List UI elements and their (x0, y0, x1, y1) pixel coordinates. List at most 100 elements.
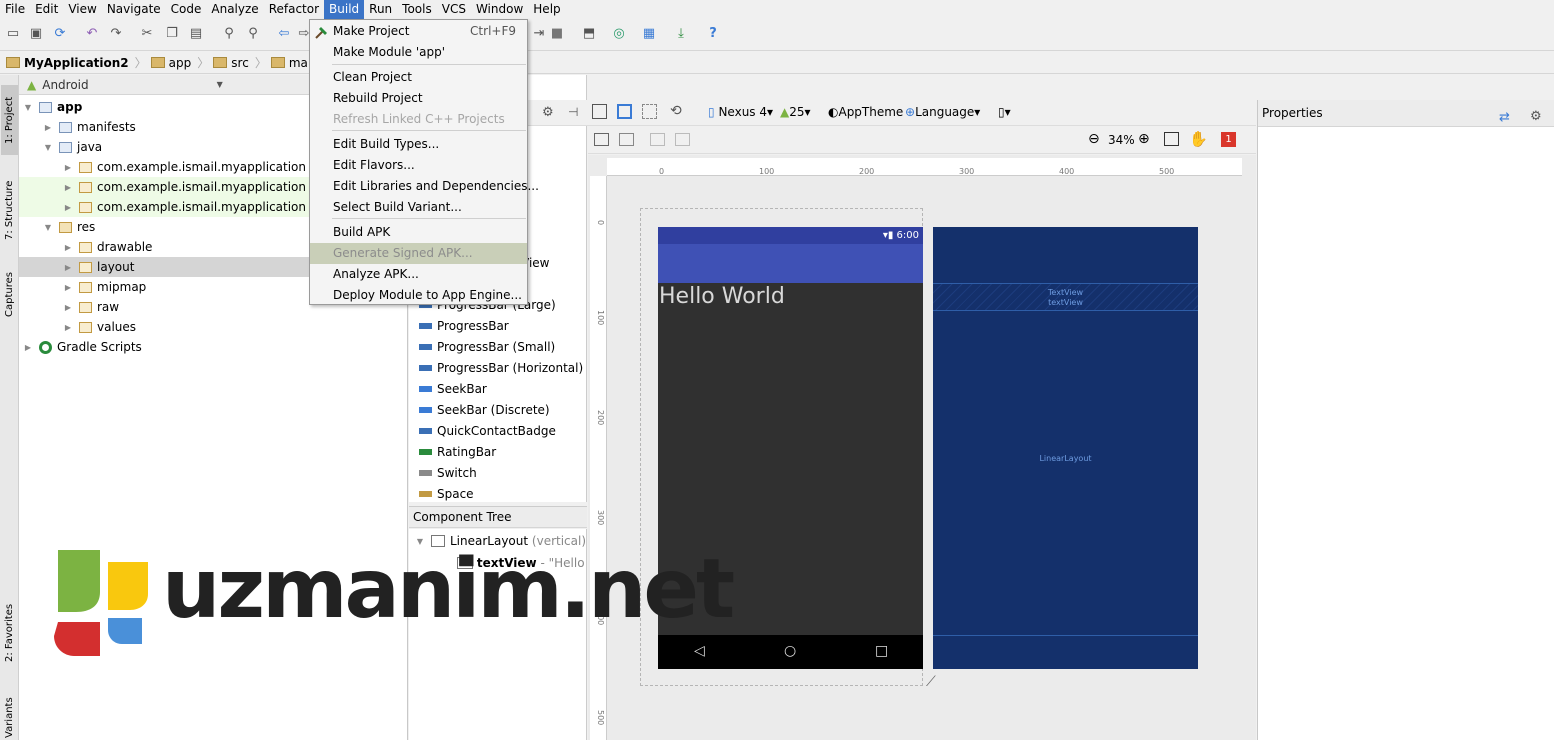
build-menu-select-build-variant[interactable]: Select Build Variant... (310, 197, 527, 218)
paste-icon[interactable]: ▤ (187, 25, 205, 43)
chevron-right-icon[interactable]: ▶ (63, 323, 73, 332)
menu-vcs[interactable]: VCS (437, 0, 471, 19)
resize-handle-icon[interactable]: ⟋ (926, 674, 936, 690)
chevron-right-icon[interactable]: ▶ (63, 283, 73, 292)
orientation-icon[interactable]: ⟲ (670, 103, 682, 119)
tab-project[interactable]: 1: Project (1, 85, 18, 155)
build-menu-edit-flavors[interactable]: Edit Flavors... (310, 155, 527, 176)
chevron-right-icon[interactable]: ▶ (63, 163, 73, 172)
chevron-right-icon[interactable]: ▶ (23, 343, 33, 352)
palette-item-seekbar[interactable]: SeekBar (419, 379, 487, 400)
theme-selector[interactable]: ◐AppTheme (828, 105, 903, 119)
open-folder-icon[interactable]: ▭ (4, 25, 22, 43)
layout-variants-selector[interactable]: ▯▾ (998, 105, 1011, 119)
blueprint-textview[interactable]: TextView textView (933, 283, 1198, 311)
chevron-right-icon[interactable]: ▶ (63, 303, 73, 312)
chevron-right-icon[interactable]: ▶ (63, 263, 73, 272)
build-menu-clean-project[interactable]: Clean Project (310, 67, 527, 88)
menu-view[interactable]: View (63, 0, 101, 19)
build-menu-deploy-module-to-app-engine[interactable]: Deploy Module to App Engine... (310, 285, 527, 306)
palette-item-progressbar[interactable]: ProgressBar (419, 316, 509, 337)
save-icon[interactable]: ▣ (27, 25, 45, 43)
build-menu-edit-libraries-and-dependencies[interactable]: Edit Libraries and Dependencies... (310, 176, 539, 197)
palette-item-switch[interactable]: Switch (419, 463, 477, 484)
copy-icon[interactable]: ❐ (163, 25, 181, 43)
breadcrumb-item[interactable]: src 〉 (213, 54, 267, 71)
back-icon[interactable]: ⇦ (275, 25, 293, 43)
tab-build-variants[interactable]: Variants (1, 695, 18, 740)
find-icon[interactable]: ⚲ (220, 25, 238, 43)
menu-window[interactable]: Window (471, 0, 528, 19)
language-selector[interactable]: ⊕Language▾ (905, 105, 980, 119)
replace-icon[interactable]: ⚲ (244, 25, 262, 43)
build-menu-generate-signed-apk[interactable]: Generate Signed APK... (310, 243, 527, 264)
zoom-fit-icon[interactable] (1164, 132, 1179, 146)
chevron-right-icon[interactable]: ▶ (63, 243, 73, 252)
palette-item-progressbar-small[interactable]: ProgressBar (Small) (419, 337, 555, 358)
build-menu-make-module-app[interactable]: Make Module 'app' (310, 42, 527, 63)
build-menu-refresh-linked-c-projects[interactable]: Refresh Linked C++ Projects (310, 109, 527, 130)
sdk-manager-icon[interactable]: ⬒ (580, 25, 598, 43)
menu-build[interactable]: Build (324, 0, 365, 19)
tree-item-gradle-scripts[interactable]: ▶ Gradle Scripts (19, 337, 408, 357)
menu-code[interactable]: Code (166, 0, 207, 19)
breadcrumb-item[interactable]: MyApplication2 〉 (6, 54, 147, 71)
design-mode-icon[interactable] (592, 104, 607, 119)
avd-manager-icon[interactable]: ⤓ (672, 25, 690, 43)
undo-icon[interactable]: ↶ (83, 25, 101, 43)
palette-item-progressbar-horizontal[interactable]: ProgressBar (Horizontal) (419, 358, 583, 379)
stop-icon[interactable]: ■ (548, 25, 566, 43)
chevron-down-icon[interactable]: ▼ (43, 223, 53, 232)
tree-item-values[interactable]: ▶ values (19, 317, 408, 337)
tab-structure[interactable]: 7: Structure (1, 175, 18, 245)
blueprint-preview[interactable]: TextView textView LinearLayout (933, 227, 1198, 669)
hello-textview[interactable]: Hello World (659, 284, 785, 309)
palette-item-space[interactable]: Space (419, 484, 474, 505)
tab-captures[interactable]: Captures (1, 265, 18, 325)
redo-icon[interactable]: ↷ (107, 25, 125, 43)
menu-run[interactable]: Run (364, 0, 397, 19)
breadcrumb-item[interactable]: app 〉 (150, 54, 209, 71)
build-menu-analyze-apk[interactable]: Analyze APK... (310, 264, 527, 285)
device-selector[interactable]: ▯ Nexus 4▾ (708, 105, 773, 119)
gear-icon[interactable]: ⚙ (1530, 104, 1542, 130)
help-icon[interactable]: ? (704, 25, 722, 43)
build-menu-edit-build-types[interactable]: Edit Build Types... (310, 134, 527, 155)
menu-refactor[interactable]: Refactor (264, 0, 324, 19)
pan-hand-icon[interactable]: ✋ (1189, 130, 1208, 148)
zoom-out-icon[interactable]: ⊖ (1088, 131, 1100, 147)
api-selector[interactable]: ▲25▾ (780, 105, 811, 119)
chevron-down-icon[interactable]: ▼ (43, 143, 53, 152)
cut-icon[interactable]: ✂ (138, 25, 156, 43)
palette-item-ratingbar[interactable]: RatingBar (419, 442, 496, 463)
chevron-right-icon[interactable]: ▶ (63, 183, 73, 192)
align-icon[interactable]: ⊣ (568, 105, 578, 119)
sync-gradle-icon[interactable]: ◎ (610, 25, 628, 43)
error-badge[interactable]: 1 (1221, 132, 1236, 147)
palette-item-quickcontactbadge[interactable]: QuickContactBadge (419, 421, 556, 442)
chevron-right-icon[interactable]: ▶ (43, 123, 53, 132)
zoom-in-icon[interactable]: ⊕ (1138, 131, 1150, 147)
chevron-down-icon[interactable]: ▼ (23, 103, 33, 112)
palette-item-seekbar-discrete[interactable]: SeekBar (Discrete) (419, 400, 550, 421)
chevron-right-icon[interactable]: ▶ (63, 203, 73, 212)
menu-edit[interactable]: Edit (30, 0, 63, 19)
gear-icon[interactable]: ⚙ (542, 105, 554, 120)
menu-help[interactable]: Help (528, 0, 565, 19)
sync-icon[interactable]: ⟳ (51, 25, 69, 43)
build-menu-make-project[interactable]: Make Project Ctrl+F9 (310, 21, 527, 42)
both-mode-icon[interactable] (642, 104, 657, 119)
list-icon[interactable] (594, 133, 609, 146)
blueprint-mode-icon[interactable] (617, 104, 632, 119)
swap-icon[interactable]: ⇄ (1499, 105, 1510, 131)
menu-file[interactable]: File (0, 0, 30, 19)
tab-favorites[interactable]: 2: Favorites (1, 595, 18, 670)
menu-analyze[interactable]: Analyze (206, 0, 263, 19)
run-config-icon[interactable]: ⇥ (530, 25, 548, 43)
menu-navigate[interactable]: Navigate (102, 0, 166, 19)
constraint-icon[interactable] (619, 133, 634, 146)
menu-tools[interactable]: Tools (397, 0, 437, 19)
build-menu-rebuild-project[interactable]: Rebuild Project (310, 88, 527, 109)
build-menu-build-apk[interactable]: Build APK (310, 222, 527, 243)
project-structure-icon[interactable]: ▦ (640, 25, 658, 43)
